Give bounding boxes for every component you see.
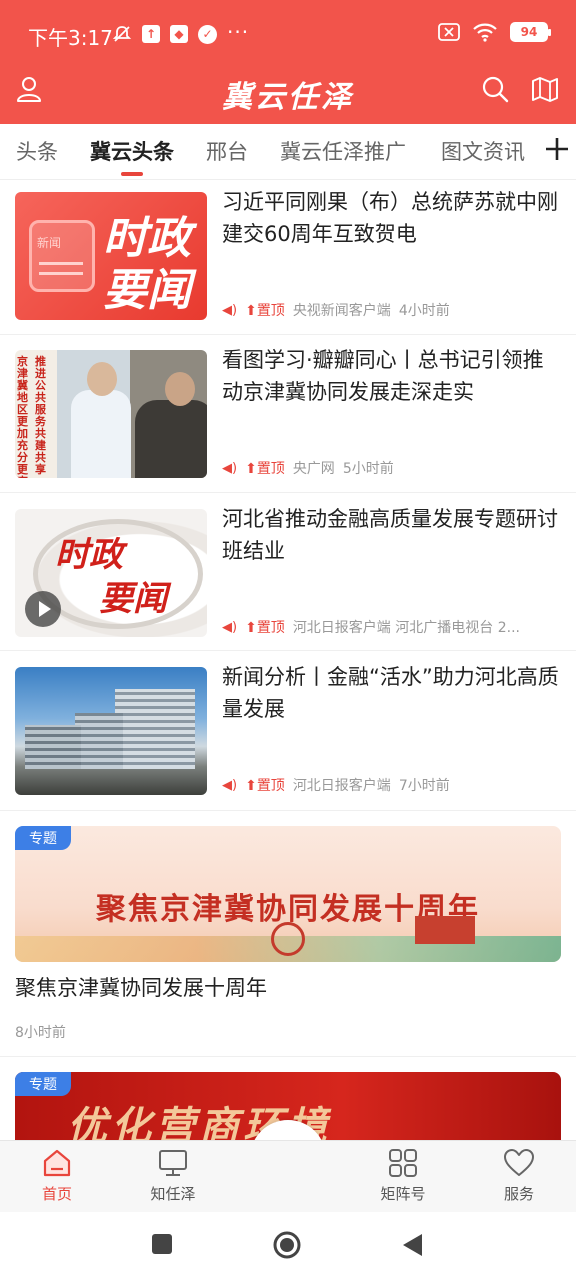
- speaker-icon: ◀): [222, 302, 238, 318]
- news-thumbnail: [15, 667, 207, 795]
- heart-icon: [504, 1149, 534, 1176]
- news-source: 河北日报客户端: [292, 778, 391, 794]
- news-source: 央视新闻客户端: [292, 303, 391, 319]
- bottom-nav: 首页 知任泽 矩阵号 服务: [0, 1140, 576, 1212]
- tab-tuwen-zixun[interactable]: 图文资讯: [441, 136, 525, 166]
- news-meta: ◀) ⬆置顶 央视新闻客户端 4小时前: [222, 300, 562, 320]
- special-time: 8小时前: [15, 1025, 66, 1041]
- pin-badge: ⬆置顶: [245, 461, 285, 477]
- news-time: 7小时前: [398, 778, 450, 794]
- divider: [0, 1056, 576, 1057]
- news-title: 习近平同刚果（布）总统萨苏就中刚建交60周年互致贺电: [222, 190, 558, 246]
- status-notification-icons: ↑ ◆ ✓: [112, 24, 217, 44]
- news-thumbnail: 京津冀地区更加充分更高 推进公共服务共建共享: [15, 350, 207, 478]
- pin-badge: ⬆置顶: [245, 620, 285, 636]
- nav-home[interactable]: 首页: [12, 1147, 102, 1204]
- home-button-icon[interactable]: [272, 1230, 302, 1260]
- pin-badge: ⬆置顶: [245, 303, 285, 319]
- app-header: 冀云任泽: [0, 66, 576, 124]
- search-icon[interactable]: [480, 74, 510, 104]
- wifi-icon: [473, 23, 497, 42]
- news-meta: ◀) ⬆置顶 河北日报客户端 河北广播电视台 2...: [222, 617, 562, 637]
- speaker-icon: ◀): [222, 777, 238, 793]
- check-app-icon: ✓: [198, 24, 217, 44]
- nav-matrix[interactable]: 矩阵号: [358, 1147, 448, 1204]
- app-root: 下午3:17 ↑ ◆ ✓ ··· 94 冀云任泽 头条 冀云头条 邢台 冀云任泽…: [0, 0, 576, 1280]
- news-meta: ◀) ⬆置顶 河北日报客户端 7小时前: [222, 775, 562, 795]
- nav-zhi-renze[interactable]: 知任泽: [128, 1147, 218, 1204]
- status-right-icons: 94: [438, 22, 551, 42]
- divider: [0, 650, 576, 651]
- speaker-icon: ◀): [222, 460, 238, 476]
- speaker-icon: ◀): [222, 619, 238, 635]
- tab-jiyun-toutiao[interactable]: 冀云头条: [90, 136, 174, 166]
- top-bar: 下午3:17 ↑ ◆ ✓ ··· 94 冀云任泽: [0, 0, 576, 124]
- special-banner[interactable]: 专题 聚焦京津冀协同发展十周年: [15, 826, 561, 962]
- tab-xingtai[interactable]: 邢台: [206, 136, 248, 166]
- news-time: 5小时前: [342, 461, 394, 477]
- tab-jiyun-renze-promo[interactable]: 冀云任泽推广: [280, 136, 406, 166]
- news-title: 看图学习·瓣瓣同心丨总书记引领推动京津冀协同发展走深走实: [222, 348, 544, 404]
- divider: [0, 492, 576, 493]
- system-nav-bar: [0, 1212, 576, 1280]
- news-meta: ◀) ⬆置顶 央广网 5小时前: [222, 458, 562, 478]
- battery-indicator: 94: [510, 22, 551, 42]
- more-notifications-icon: ···: [227, 20, 250, 44]
- recent-apps-icon[interactable]: [150, 1232, 174, 1256]
- home-icon: [43, 1149, 71, 1177]
- sim-off-icon: [438, 23, 460, 41]
- pin-badge: ⬆置顶: [245, 778, 285, 794]
- play-icon[interactable]: [25, 591, 61, 627]
- status-time: 下午3:17: [28, 26, 113, 50]
- app-notification-icon: ◆: [170, 25, 188, 43]
- active-tab-indicator: [121, 172, 143, 176]
- special-tag: 专题: [15, 1072, 71, 1096]
- bell-muted-icon: [112, 26, 132, 42]
- map-icon[interactable]: [530, 74, 560, 104]
- nav-service[interactable]: 服务: [474, 1147, 564, 1204]
- upload-app-icon: ↑: [142, 25, 160, 43]
- news-source: 河北日报客户端 河北广播电视台 2...: [292, 620, 520, 636]
- news-thumbnail: 新闻 时政 要闻: [15, 192, 207, 320]
- add-channel-icon[interactable]: [542, 134, 572, 164]
- tab-toutiao[interactable]: 头条: [16, 136, 58, 166]
- status-bar: 下午3:17 ↑ ◆ ✓ ··· 94: [0, 0, 576, 66]
- back-icon[interactable]: [400, 1232, 424, 1258]
- news-source: 央广网: [292, 461, 335, 477]
- monitor-icon: [159, 1150, 187, 1176]
- news-time: 4小时前: [398, 303, 450, 319]
- news-thumbnail: 时政 要闻: [15, 509, 207, 637]
- special-tag: 专题: [15, 826, 71, 850]
- grid-icon: [389, 1149, 417, 1177]
- news-title: 新闻分析丨金融“活水”助力河北高质量发展: [222, 665, 559, 721]
- divider: [0, 810, 576, 811]
- channel-tabs: 头条 冀云头条 邢台 冀云任泽推广 图文资讯: [0, 124, 576, 180]
- divider: [0, 334, 576, 335]
- special-title[interactable]: 聚焦京津冀协同发展十周年: [15, 972, 267, 1002]
- news-title: 河北省推动金融高质量发展专题研讨班结业: [222, 507, 558, 563]
